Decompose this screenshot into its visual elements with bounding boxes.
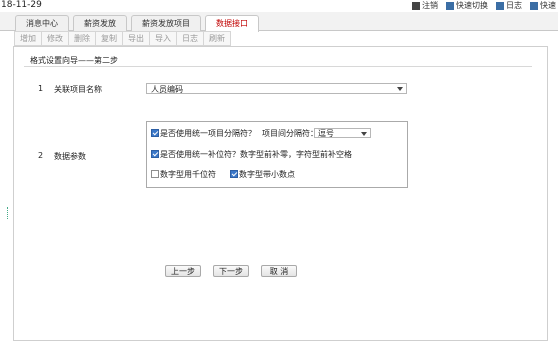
chevron-down-icon xyxy=(397,87,403,91)
delete-button[interactable]: 删除 xyxy=(68,31,96,46)
thousands-separator-checkbox[interactable] xyxy=(151,170,159,178)
related-item-value: 人员编码 xyxy=(151,85,183,94)
related-item-name-label: 关联项目名称 xyxy=(54,85,102,94)
tab-salary-payment-items[interactable]: 薪资发放项目 xyxy=(131,15,201,31)
next-step-button[interactable]: 下一步 xyxy=(213,265,249,277)
top-links: 注销 快速切换 日志 快速 xyxy=(412,0,556,11)
tab-data-interface[interactable]: 数据接口 xyxy=(205,15,259,32)
logout-label: 注销 xyxy=(422,1,438,10)
log-button[interactable]: 日志 xyxy=(176,31,204,46)
prev-step-button[interactable]: 上一步 xyxy=(165,265,201,277)
current-date: 18-11-29 xyxy=(1,0,42,10)
edit-button[interactable]: 修改 xyxy=(41,31,69,46)
title-divider xyxy=(24,66,532,67)
data-params-label: 数据参数 xyxy=(54,152,86,161)
unified-separator-checkbox[interactable] xyxy=(151,129,159,137)
quick-label: 快速 xyxy=(540,1,556,10)
tab-salary-payment[interactable]: 薪资发放 xyxy=(73,15,127,31)
decimal-point-checkbox[interactable] xyxy=(230,170,238,178)
quick-icon xyxy=(530,1,538,10)
unified-padding-checkbox[interactable] xyxy=(151,150,159,158)
wizard-title: 格式设置向导——第二步 xyxy=(30,56,118,65)
unified-padding-label: 是否使用统一补位符？数字型前补零，字符型前补空格 xyxy=(160,150,352,159)
export-button[interactable]: 导出 xyxy=(122,31,150,46)
decimal-point-label: 数字型带小数点 xyxy=(239,170,295,179)
copy-button[interactable]: 复制 xyxy=(95,31,123,46)
row2-number: 2 xyxy=(38,151,44,160)
tab-message-center[interactable]: 消息中心 xyxy=(15,15,69,31)
logout-icon xyxy=(412,1,420,10)
logout-link[interactable]: 注销 xyxy=(412,0,438,11)
unified-separator-label: 是否使用统一项目分隔符？ xyxy=(160,129,256,138)
quick-link[interactable]: 快速 xyxy=(530,0,556,11)
add-button[interactable]: 增加 xyxy=(14,31,42,46)
separator-select[interactable]: 逗号 xyxy=(314,128,371,138)
import-button[interactable]: 导入 xyxy=(149,31,177,46)
separator-value: 逗号 xyxy=(318,129,334,138)
log-label: 日志 xyxy=(506,1,522,10)
thousands-separator-label: 数字型用千位符 xyxy=(160,170,216,179)
log-icon xyxy=(496,1,504,10)
cancel-button[interactable]: 取 消 xyxy=(261,265,297,277)
quick-switch-label: 快速切换 xyxy=(456,1,488,10)
quick-switch-link[interactable]: 快速切换 xyxy=(446,0,488,11)
chevron-down-icon xyxy=(361,132,367,136)
splitter-handle[interactable] xyxy=(7,207,10,219)
toolbar: 增加 修改 删除 复制 导出 导入 日志 刷新 xyxy=(14,31,231,46)
related-item-select[interactable]: 人员编码 xyxy=(146,83,407,94)
separator-label: 项目间分隔符： xyxy=(262,129,318,138)
refresh-button[interactable]: 刷新 xyxy=(203,31,231,46)
switch-icon xyxy=(446,1,454,10)
log-link[interactable]: 日志 xyxy=(496,0,522,11)
row1-number: 1 xyxy=(38,84,44,93)
